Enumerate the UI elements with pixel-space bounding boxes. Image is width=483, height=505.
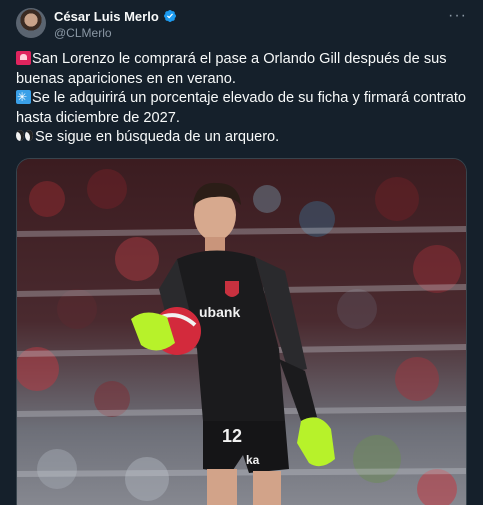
tweet-text: San Lorenzo le comprará el pase a Orland… [16,50,466,148]
author-handle[interactable]: @CLMerlo [54,26,177,40]
tweet-line-2: Se le adquirirá un porcentaje elevado de… [16,88,467,128]
tweet-line-2-text: Se le adquirirá un porcentaje elevado de… [16,90,467,126]
tweet-line-3: Se sigue en búsqueda de un arquero. [16,128,466,148]
tweet-line-1-text: San Lorenzo le comprará el pase a Orland… [16,51,447,87]
display-name-row: César Luis Merlo [54,8,177,24]
verified-badge-icon [163,10,176,22]
tweet-line-1: San Lorenzo le comprará el pase a Orland… [16,50,466,89]
eyes-icon [16,129,34,143]
author-display-name[interactable]: César Luis Merlo [54,9,159,24]
goalkeeper-photo: ubank 12 ka [17,159,466,505]
author-avatar[interactable] [16,8,46,38]
shorts-brand-text: ka [246,453,260,467]
tweet-header: César Luis Merlo @CLMerlo ··· [16,6,471,40]
tweet-line-3-text: Se sigue en búsqueda de un arquero. [35,129,280,146]
tweet-card[interactable]: César Luis Merlo @CLMerlo ··· San Lorenz… [0,0,483,505]
shorts-number-text: 12 [222,426,242,446]
rotating-light-icon [16,51,31,65]
author-names: César Luis Merlo @CLMerlo [54,8,177,40]
more-options-icon[interactable]: ··· [448,8,467,24]
shirt-sponsor-text: ubank [199,304,240,320]
tweet-photo[interactable]: ubank 12 ka [16,158,467,505]
eight-spoked-asterisk-icon [16,88,31,108]
